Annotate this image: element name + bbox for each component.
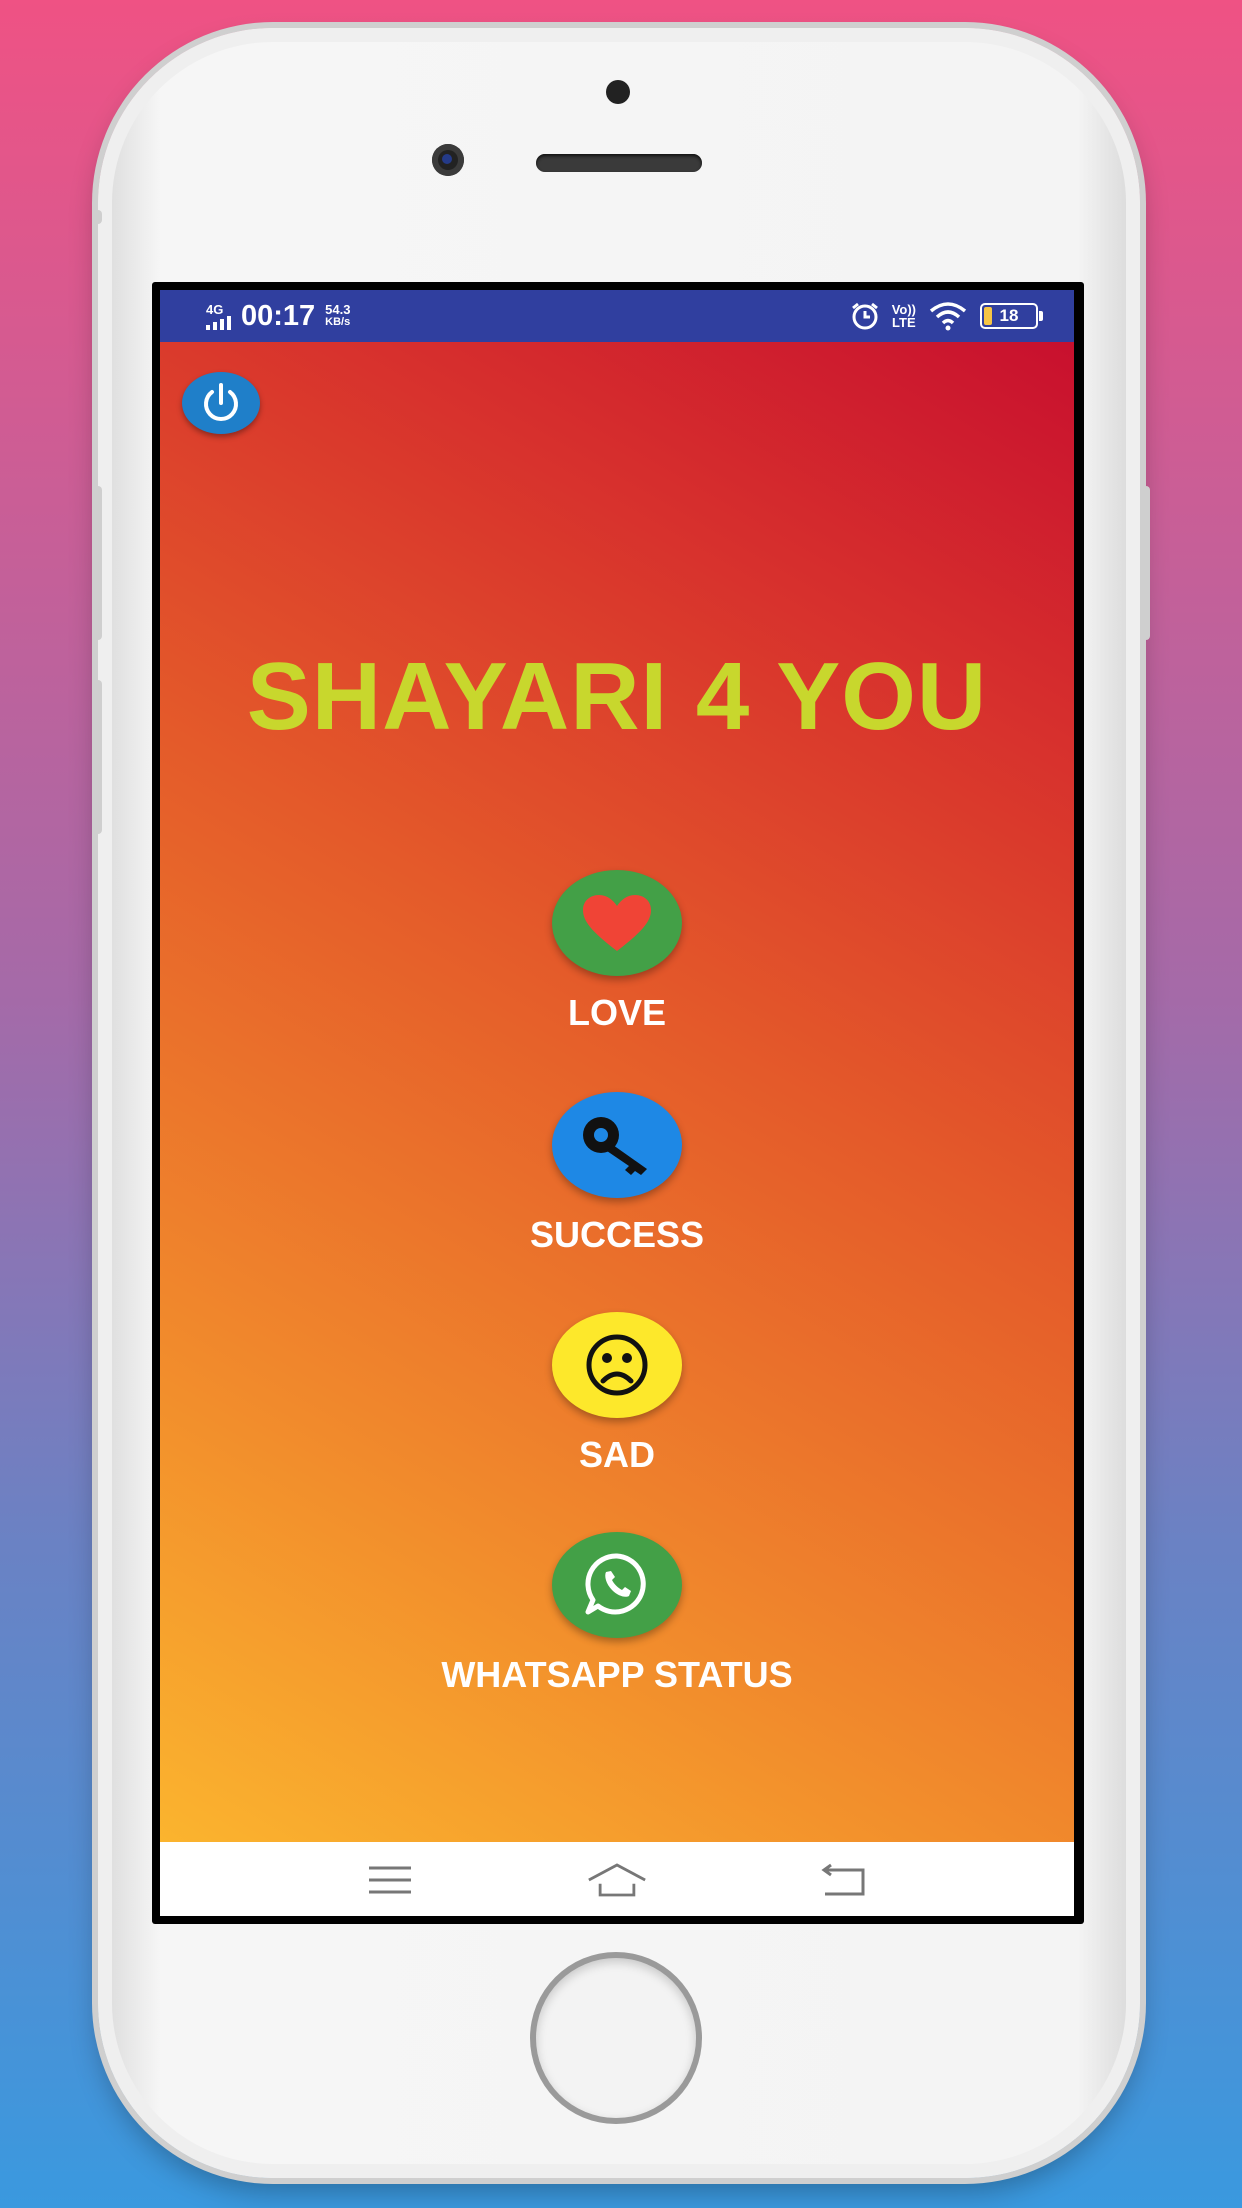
- category-sad[interactable]: SAD: [160, 1312, 1074, 1476]
- home-button[interactable]: [536, 1958, 696, 2118]
- side-button: [92, 210, 102, 224]
- love-button[interactable]: [552, 870, 682, 976]
- menu-icon: [369, 1866, 411, 1894]
- status-right: Vo)) LTE 18: [850, 296, 1043, 336]
- clock: 00:17: [241, 299, 316, 332]
- battery-icon: 18: [980, 303, 1043, 329]
- status-bar: 4G 00:17 54.3 KB/s Vo)) LTE 18: [160, 290, 1074, 342]
- category-whatsapp-status[interactable]: WHATSAPP STATUS: [160, 1532, 1074, 1696]
- speed-value: 54.3: [325, 302, 351, 317]
- love-label: LOVE: [567, 992, 666, 1033]
- earpiece-speaker: [536, 154, 702, 172]
- volume-up-button: [92, 486, 102, 640]
- battery-level: 18: [999, 306, 1019, 325]
- sad-face-icon: [586, 1334, 648, 1396]
- alarm-icon: [851, 302, 878, 330]
- signal-icon: 4G: [206, 303, 231, 330]
- whatsapp-status-button[interactable]: [552, 1532, 682, 1638]
- back-button[interactable]: [814, 1860, 874, 1900]
- network-type: 4G: [206, 301, 224, 317]
- key-icon: [583, 1117, 647, 1175]
- front-camera: [432, 144, 464, 176]
- home-nav-button[interactable]: [587, 1860, 647, 1900]
- volte-bottom: LTE: [892, 315, 916, 330]
- sad-button[interactable]: [552, 1312, 682, 1418]
- heart-icon: [583, 895, 651, 951]
- home-icon: [588, 1863, 646, 1897]
- whatsapp-icon: [585, 1553, 646, 1615]
- success-button[interactable]: [552, 1092, 682, 1198]
- power-side-button: [1140, 486, 1150, 640]
- network-speed: 54.3 KB/s: [325, 303, 350, 329]
- whatsapp-status-label: WHATSAPP STATUS: [441, 1654, 793, 1695]
- sad-label: SAD: [578, 1434, 655, 1475]
- power-button[interactable]: [182, 372, 260, 434]
- volte-indicator: Vo)) LTE: [892, 303, 916, 329]
- app-content: SHAYARI 4 YOU LOVE SUCCESS SAD WHATSAPP …: [160, 342, 1074, 1842]
- app-title: SHAYARI 4 YOU: [246, 643, 988, 750]
- back-icon: [821, 1863, 865, 1896]
- volume-down-button: [92, 680, 102, 834]
- status-left: 4G 00:17 54.3 KB/s: [206, 298, 350, 334]
- power-icon: [204, 383, 238, 421]
- menu-button[interactable]: [360, 1860, 420, 1900]
- speed-unit: KB/s: [325, 316, 351, 328]
- category-success[interactable]: SUCCESS: [160, 1092, 1074, 1256]
- screen: 4G 00:17 54.3 KB/s Vo)) LTE 18 SHAYARI 4…: [160, 290, 1074, 1916]
- navigation-bar: [160, 1842, 1074, 1916]
- wifi-icon: [929, 302, 967, 331]
- category-love[interactable]: LOVE: [160, 870, 1074, 1034]
- front-sensor: [606, 80, 630, 104]
- success-label: SUCCESS: [529, 1214, 705, 1255]
